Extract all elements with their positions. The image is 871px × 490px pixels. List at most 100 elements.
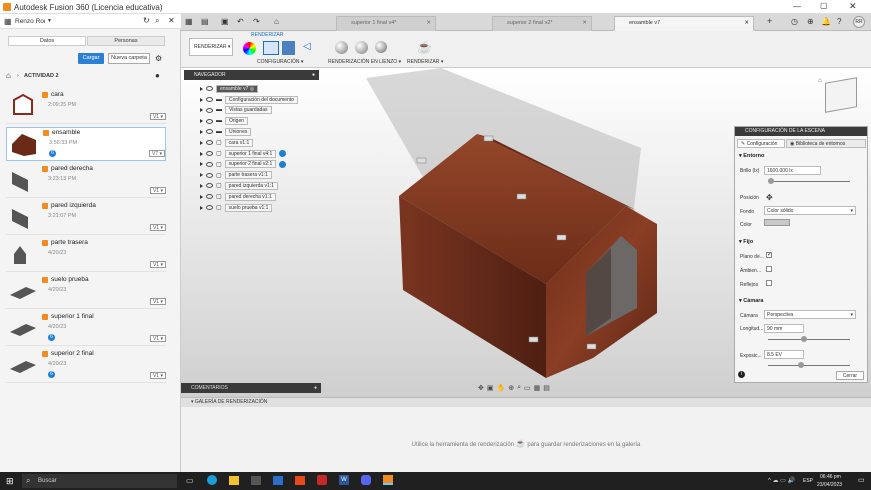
file-card[interactable]: parte trasera 4/20/23 V1 ▾ (6, 238, 166, 272)
upload-button[interactable]: Cargar (78, 53, 104, 64)
file-card[interactable]: suelo prueba 4/20/23 V1 ▾ (6, 275, 166, 309)
group-render-canvas[interactable]: RENDERIZACIÓN EN LIENZO ▾ (328, 59, 401, 65)
project-selector[interactable]: Renzo Rodriguez (15, 18, 45, 25)
joint-marker[interactable] (483, 135, 494, 142)
gallery-header[interactable]: ▾ GALERÍA DE RENDERIZACIÓN (181, 398, 871, 407)
app-icon[interactable] (295, 476, 305, 485)
texture-map-icon[interactable] (282, 41, 295, 55)
ground-flat-checkbox[interactable]: ✓ (766, 252, 772, 258)
expand-icon[interactable] (200, 86, 203, 91)
ground-section[interactable]: ▾ Fijo (739, 239, 753, 245)
file-name[interactable]: pared izquierda (42, 202, 96, 209)
comments-bar[interactable]: COMENTARIOS ● (181, 383, 321, 393)
windows-start-icon[interactable]: ⊞ (6, 476, 14, 487)
environment-section[interactable]: ▾ Entorno (739, 153, 764, 159)
expand-icon[interactable] (200, 97, 203, 102)
file-explorer-icon[interactable] (229, 476, 239, 485)
home-tab-icon[interactable]: ⌂ (274, 17, 279, 26)
file-name[interactable]: cara (42, 91, 64, 98)
word-icon[interactable]: W (339, 475, 349, 485)
visibility-icon[interactable] (206, 129, 213, 135)
in-canvas-render-icon[interactable] (335, 41, 348, 54)
close-icon[interactable]: ✕ (849, 1, 857, 12)
file-card[interactable]: pared izquierda 3:21:07 PM V1 ▾ (6, 201, 166, 235)
expand-icon[interactable] (200, 151, 203, 156)
version-badge[interactable]: V1 ▾ (149, 224, 166, 231)
background-select[interactable]: Color sólido ▾ (764, 206, 856, 215)
browser-item-label[interactable]: pared derecha v1:1 (224, 192, 276, 201)
file-name[interactable]: suelo prueba (42, 276, 89, 283)
decal-icon[interactable]: ◁ (303, 41, 311, 52)
discord-icon[interactable] (361, 475, 371, 485)
focal-length-input[interactable]: 90 mm (764, 324, 804, 333)
browser-item[interactable]: ▢ suelo prueba v1:1 (200, 203, 273, 212)
file-card[interactable]: superior 2 final 4/20/23 6 V1 ▾ (6, 349, 166, 383)
joint-marker[interactable] (516, 193, 527, 200)
doc-tab-superior-2[interactable]: superior 2 final v2* ✕ (492, 16, 592, 31)
chevron-down-icon[interactable]: ▼ (47, 18, 52, 24)
file-thumbnail[interactable] (8, 203, 38, 231)
visibility-icon[interactable] (206, 97, 213, 102)
visibility-icon[interactable] (206, 161, 213, 167)
joint-marker[interactable] (556, 234, 567, 241)
expand-icon[interactable] (200, 119, 203, 124)
scene-settings-header[interactable]: CONFIGURACIÓN DE LA ESCENA (735, 127, 867, 136)
browser-item[interactable]: ▬ Vistas guardadas (200, 106, 272, 115)
zoom-window-icon[interactable]: ⌕ (517, 384, 521, 394)
browser-item-label[interactable]: Uniones (225, 127, 252, 136)
store-icon[interactable] (251, 476, 261, 485)
save-icon[interactable]: ▣ (221, 17, 229, 26)
close-tab-icon[interactable]: ✕ (582, 17, 587, 30)
version-badge[interactable]: V1 ▾ (149, 113, 166, 120)
notification-center-icon[interactable]: ▭ (858, 476, 865, 484)
browser-item-label[interactable]: pared izquierda v1:1 (224, 181, 278, 190)
browser-item-label[interactable]: superior 1 final v4:1 (224, 149, 277, 158)
visibility-icon[interactable] (206, 140, 213, 146)
version-badge[interactable]: V1 ▾ (149, 261, 166, 268)
camera-section[interactable]: ▾ Cámara (739, 298, 763, 304)
fusion-taskbar-icon[interactable] (383, 475, 393, 485)
clock-time[interactable]: 06:46 pm (820, 474, 841, 480)
viewcube[interactable] (825, 77, 857, 113)
version-badge[interactable]: V1 ▾ (149, 372, 166, 379)
joint-marker[interactable] (416, 157, 427, 164)
workspace-switcher[interactable]: RENDERIZAR ▾ (189, 38, 233, 56)
browser-item[interactable]: ▢ pared izquierda v1:1 (200, 181, 278, 190)
visibility-icon[interactable] (206, 183, 213, 189)
ground-ao-checkbox[interactable] (766, 266, 772, 272)
group-renderizar[interactable]: RENDERIZAR ▾ (407, 59, 443, 65)
keyboard-language[interactable]: ESP (803, 478, 813, 484)
browser-item-label[interactable]: Origen (225, 117, 249, 126)
file-name[interactable]: superior 1 final (42, 313, 94, 320)
comment-icon[interactable]: ● (155, 71, 160, 80)
render-teapot-icon[interactable]: ☕ (417, 40, 432, 54)
browser-item[interactable]: ▢ parte trasera v1:1 (200, 171, 272, 180)
browser-pin-icon[interactable]: ● (312, 70, 315, 80)
task-view-icon[interactable]: ▭ (186, 476, 194, 485)
expand-icon[interactable] (200, 162, 203, 167)
info-icon[interactable]: i (738, 371, 745, 378)
file-thumbnail[interactable] (8, 240, 38, 268)
exposure-input[interactable]: 8.5 EV (764, 350, 804, 359)
system-tray-icons[interactable]: ^ ☁ ▭ 🔊 (768, 477, 795, 484)
move-icon[interactable]: ✥ (766, 193, 773, 202)
tab-configuracion[interactable]: ✎ Configuración (737, 139, 785, 148)
redo-icon[interactable]: ↷ (253, 17, 260, 26)
joint-marker[interactable] (528, 336, 539, 343)
zoom-icon[interactable]: ⊕ (508, 384, 514, 394)
visibility-icon[interactable] (206, 118, 213, 124)
orbit-icon[interactable]: ✥ (478, 384, 484, 394)
browser-root-label[interactable]: ensamble v7 ◎ (216, 84, 259, 93)
expand-icon[interactable] (200, 108, 203, 113)
look-at-icon[interactable]: ▣ (487, 384, 494, 394)
tab-personas[interactable]: Personas (87, 36, 165, 46)
home-view-icon[interactable]: ⌂ (818, 78, 822, 84)
file-name[interactable]: ensamble (43, 129, 80, 136)
grid-settings-icon[interactable]: ▦ (534, 384, 541, 394)
clock-icon[interactable]: ◷ (791, 17, 798, 26)
browser-item-label[interactable]: parte trasera v1:1 (224, 171, 272, 180)
browser-item[interactable]: ▬ Origen (200, 117, 249, 126)
browser-item-label[interactable]: Configuración del documento (225, 95, 299, 104)
notifications-icon[interactable]: 🔔 (821, 17, 831, 26)
visibility-icon[interactable] (206, 205, 213, 210)
